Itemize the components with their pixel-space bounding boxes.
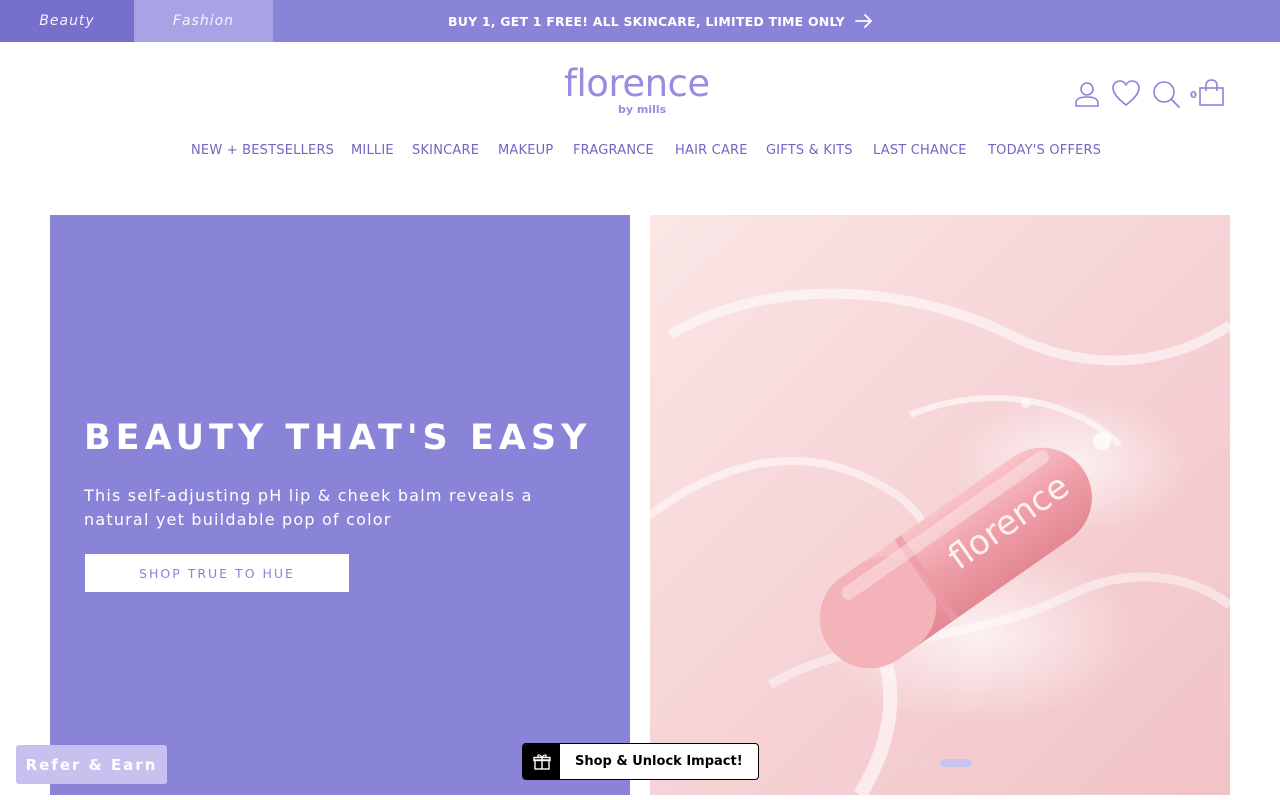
shop-true-to-hue-button[interactable]: SHOP TRUE TO HUE: [85, 554, 349, 592]
tab-fashion[interactable]: Fashion: [134, 0, 273, 42]
slide-dot-1[interactable]: [898, 759, 907, 767]
nav-item-fragrance[interactable]: FRAGRANCE: [573, 143, 654, 158]
nav-item-todays-offers[interactable]: TODAY'S OFFERS: [988, 143, 1101, 158]
hero-product-image: florence: [650, 215, 1230, 795]
nav-item-last-chance[interactable]: LAST CHANCE: [873, 143, 967, 158]
account-icon[interactable]: [1071, 78, 1103, 110]
nav-item-millie[interactable]: MILLIE: [351, 143, 394, 158]
shop-unlock-impact-widget[interactable]: Shop & Unlock Impact!: [522, 743, 759, 780]
arrow-right-icon: [855, 14, 873, 28]
nav-item-new-bestsellers[interactable]: NEW + BESTSELLERS: [191, 143, 334, 158]
announcement-bar: Beauty Fashion BUY 1, GET 1 FREE! ALL SK…: [0, 0, 1280, 42]
slide-dot-3[interactable]: [940, 759, 972, 767]
hero-text-panel: BEAUTY THAT'S EASY This self-adjusting p…: [50, 215, 630, 795]
nav-item-makeup[interactable]: MAKEUP: [498, 143, 553, 158]
logo-wordmark: florence: [564, 62, 710, 105]
hero-subtitle: This self-adjusting pH lip & cheek balm …: [84, 486, 533, 529]
search-icon[interactable]: [1150, 78, 1182, 110]
logo-subtitle: by mills: [618, 103, 667, 116]
tab-beauty[interactable]: Beauty: [0, 0, 134, 42]
promo-link[interactable]: BUY 1, GET 1 FREE! ALL SKINCARE, LIMITED…: [448, 0, 873, 42]
impact-label: Shop & Unlock Impact!: [575, 754, 743, 769]
nav-item-hair-care[interactable]: HAIR CARE: [675, 143, 748, 158]
hero-title: BEAUTY THAT'S EASY: [84, 418, 592, 458]
refer-and-earn-button[interactable]: Refer & Earn: [16, 745, 167, 784]
gift-icon: [523, 744, 560, 779]
main-navigation: NEW + BESTSELLERS MILLIE SKINCARE MAKEUP…: [0, 143, 1280, 161]
site-logo[interactable]: florence by mills: [560, 64, 720, 120]
promo-text: BUY 1, GET 1 FREE! ALL SKINCARE, LIMITED…: [448, 13, 845, 29]
nav-item-skincare[interactable]: SKINCARE: [412, 143, 479, 158]
cart-bag-icon[interactable]: [1196, 78, 1228, 110]
slide-dot-2[interactable]: [919, 759, 928, 767]
nav-item-gifts-kits[interactable]: GIFTS & KITS: [766, 143, 853, 158]
wishlist-heart-icon[interactable]: [1110, 77, 1142, 109]
